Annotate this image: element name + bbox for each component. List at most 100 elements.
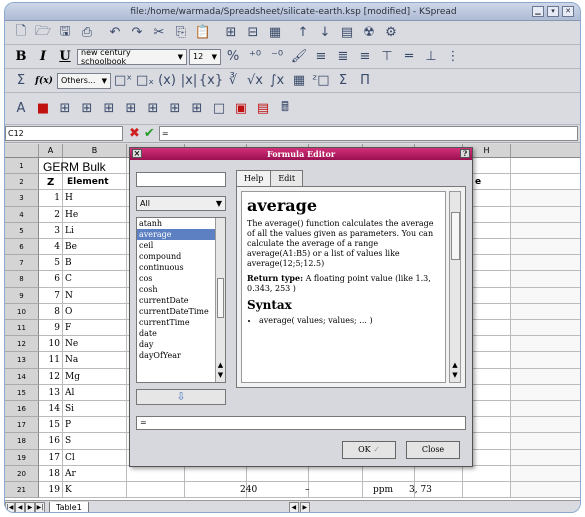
sheet-cell[interactable] [511, 336, 580, 353]
function-list-item[interactable]: average [137, 229, 225, 240]
product-icon[interactable]: Π [355, 71, 375, 91]
cancel-edit-icon[interactable]: ✖ [129, 126, 140, 141]
function-list-item[interactable]: currentDate [137, 295, 225, 306]
matrix-icon[interactable]: ▦ [289, 71, 309, 91]
prev-sheet-icon[interactable]: ◀ [15, 502, 25, 512]
sheet-cell[interactable]: 7 [39, 287, 63, 304]
close-window-icon[interactable]: ✕ [562, 6, 574, 17]
formula-input[interactable]: = [158, 126, 578, 141]
insert-function-button[interactable]: ⇩ [136, 389, 226, 405]
sheet-cell[interactable]: 13 [39, 384, 63, 401]
print-icon[interactable]: ⎙ [77, 23, 97, 43]
function-list-item[interactable]: currentTime [137, 317, 225, 328]
scroll-up-icon[interactable]: ▲ [450, 361, 460, 371]
abs-icon[interactable]: |x| [179, 71, 199, 91]
sheet-cell[interactable] [309, 482, 363, 499]
sheet-cell[interactable]: 17 [39, 449, 63, 466]
insert-row-icon[interactable]: ⊞ [221, 23, 241, 43]
sheet-cell[interactable]: 10 [39, 336, 63, 353]
sheet-cell[interactable]: O [63, 303, 127, 320]
chart-icon[interactable]: ▤ [337, 23, 357, 43]
text-color-icon[interactable]: A [11, 99, 31, 119]
sheet-cell[interactable] [511, 384, 580, 401]
precision-plus-icon[interactable]: ⁺⁰ [245, 47, 265, 67]
row-header[interactable]: 6 [5, 239, 39, 256]
function-list-item[interactable]: cos [137, 273, 225, 284]
percent-icon[interactable]: % [223, 47, 243, 67]
category-select[interactable]: All ▼ [136, 196, 226, 211]
minimize-icon[interactable]: ▁ [532, 6, 544, 17]
sort-ascending-icon[interactable]: ↑ [293, 23, 313, 43]
row-header[interactable]: 12 [5, 336, 39, 353]
sheet-cell[interactable]: F [63, 320, 127, 337]
sheet-cell[interactable] [463, 465, 511, 482]
sheet-cell[interactable] [511, 449, 580, 466]
first-sheet-icon[interactable]: |◀ [5, 502, 15, 512]
others-combo[interactable]: Others... ▼ [57, 72, 111, 89]
row-header[interactable]: 7 [5, 255, 39, 272]
fx-icon[interactable]: f(x) [33, 71, 55, 91]
new-document-icon[interactable]: 🗋 [11, 23, 31, 43]
row-header[interactable]: 1 [5, 158, 39, 175]
sheet-cell[interactable]: 15 [39, 417, 63, 434]
text-vertical-icon[interactable]: ⋮ [443, 47, 463, 67]
sheet-cell[interactable] [463, 482, 511, 499]
save-icon[interactable]: 🖫 [55, 23, 75, 43]
sheet-cell[interactable] [309, 465, 363, 482]
sheet-cell[interactable]: Li [63, 222, 127, 239]
sheet-cell[interactable]: 12 [39, 368, 63, 385]
italic-icon[interactable]: I [33, 47, 53, 67]
sheet-cell[interactable]: 5 [39, 255, 63, 272]
open-folder-icon[interactable]: 🗁 [33, 23, 53, 43]
ok-button[interactable]: OK ✓ [342, 441, 396, 459]
sheet-cell[interactable] [363, 465, 415, 482]
sheet-cell[interactable] [511, 255, 580, 272]
sheet-cell[interactable]: B [63, 255, 127, 272]
tab-edit[interactable]: Edit [270, 170, 304, 186]
sheet-cell[interactable]: 16 [39, 433, 63, 450]
row-header[interactable]: 16 [5, 401, 39, 418]
bold-icon[interactable]: B [11, 47, 31, 67]
function-list[interactable]: atanh average ceil compound continuous cos cos… [136, 217, 226, 383]
paste-icon[interactable]: 📋 [193, 23, 213, 43]
sheet-cell[interactable]: Na [63, 352, 127, 369]
function-list-item[interactable]: atanh [137, 218, 225, 229]
sheet-cell[interactable] [185, 465, 247, 482]
border-outline-icon[interactable]: ⊞ [165, 99, 185, 119]
sheet-cell[interactable]: He [63, 206, 127, 223]
calculator-icon[interactable]: 🖩 [275, 99, 295, 119]
row-header[interactable]: 9 [5, 287, 39, 304]
sheet-cell[interactable] [511, 206, 580, 223]
row-header[interactable]: 5 [5, 222, 39, 239]
column-header[interactable]: B [63, 144, 127, 158]
sheet-cell[interactable]: Mg [63, 368, 127, 385]
font-size-combo[interactable]: 12 ▼ [189, 48, 221, 65]
border-top-icon[interactable]: ⊞ [99, 99, 119, 119]
corner-cell[interactable] [5, 144, 39, 158]
sheet-cell[interactable] [511, 417, 580, 434]
border-bottom-icon[interactable]: ⊞ [121, 99, 141, 119]
sheet-cell[interactable]: 2 [39, 206, 63, 223]
sheet-cell[interactable]: 19 [39, 482, 63, 499]
scroll-down-icon[interactable]: ▼ [216, 371, 225, 381]
parentheses-icon[interactable]: (x) [157, 71, 177, 91]
function-list-item[interactable]: continuous [137, 262, 225, 273]
sheet-cell[interactable]: 14 [39, 401, 63, 418]
help-scrollbar[interactable]: ▲ ▼ [449, 191, 461, 383]
sheet-cell[interactable] [247, 465, 309, 482]
sheet-cell[interactable]: 1 [39, 190, 63, 207]
nroot-icon[interactable]: ∛ [223, 71, 243, 91]
sheet-cell[interactable]: K [63, 482, 127, 499]
cut-icon[interactable]: ✂ [149, 23, 169, 43]
border-remove-icon[interactable]: ⊞ [187, 99, 207, 119]
valign-middle-icon[interactable]: ═ [399, 47, 419, 67]
column-header[interactable] [511, 144, 580, 158]
scroll-up-icon[interactable]: ▲ [216, 361, 225, 371]
align-right-icon[interactable]: ≡ [355, 47, 375, 67]
sheet-cell[interactable] [511, 222, 580, 239]
column-header[interactable]: A [39, 144, 63, 158]
sheet-cell[interactable] [511, 320, 580, 337]
function-list-item[interactable]: currentDateTime [137, 306, 225, 317]
sort-descending-icon[interactable]: ↓ [315, 23, 335, 43]
sheet-cell[interactable]: Si [63, 401, 127, 418]
